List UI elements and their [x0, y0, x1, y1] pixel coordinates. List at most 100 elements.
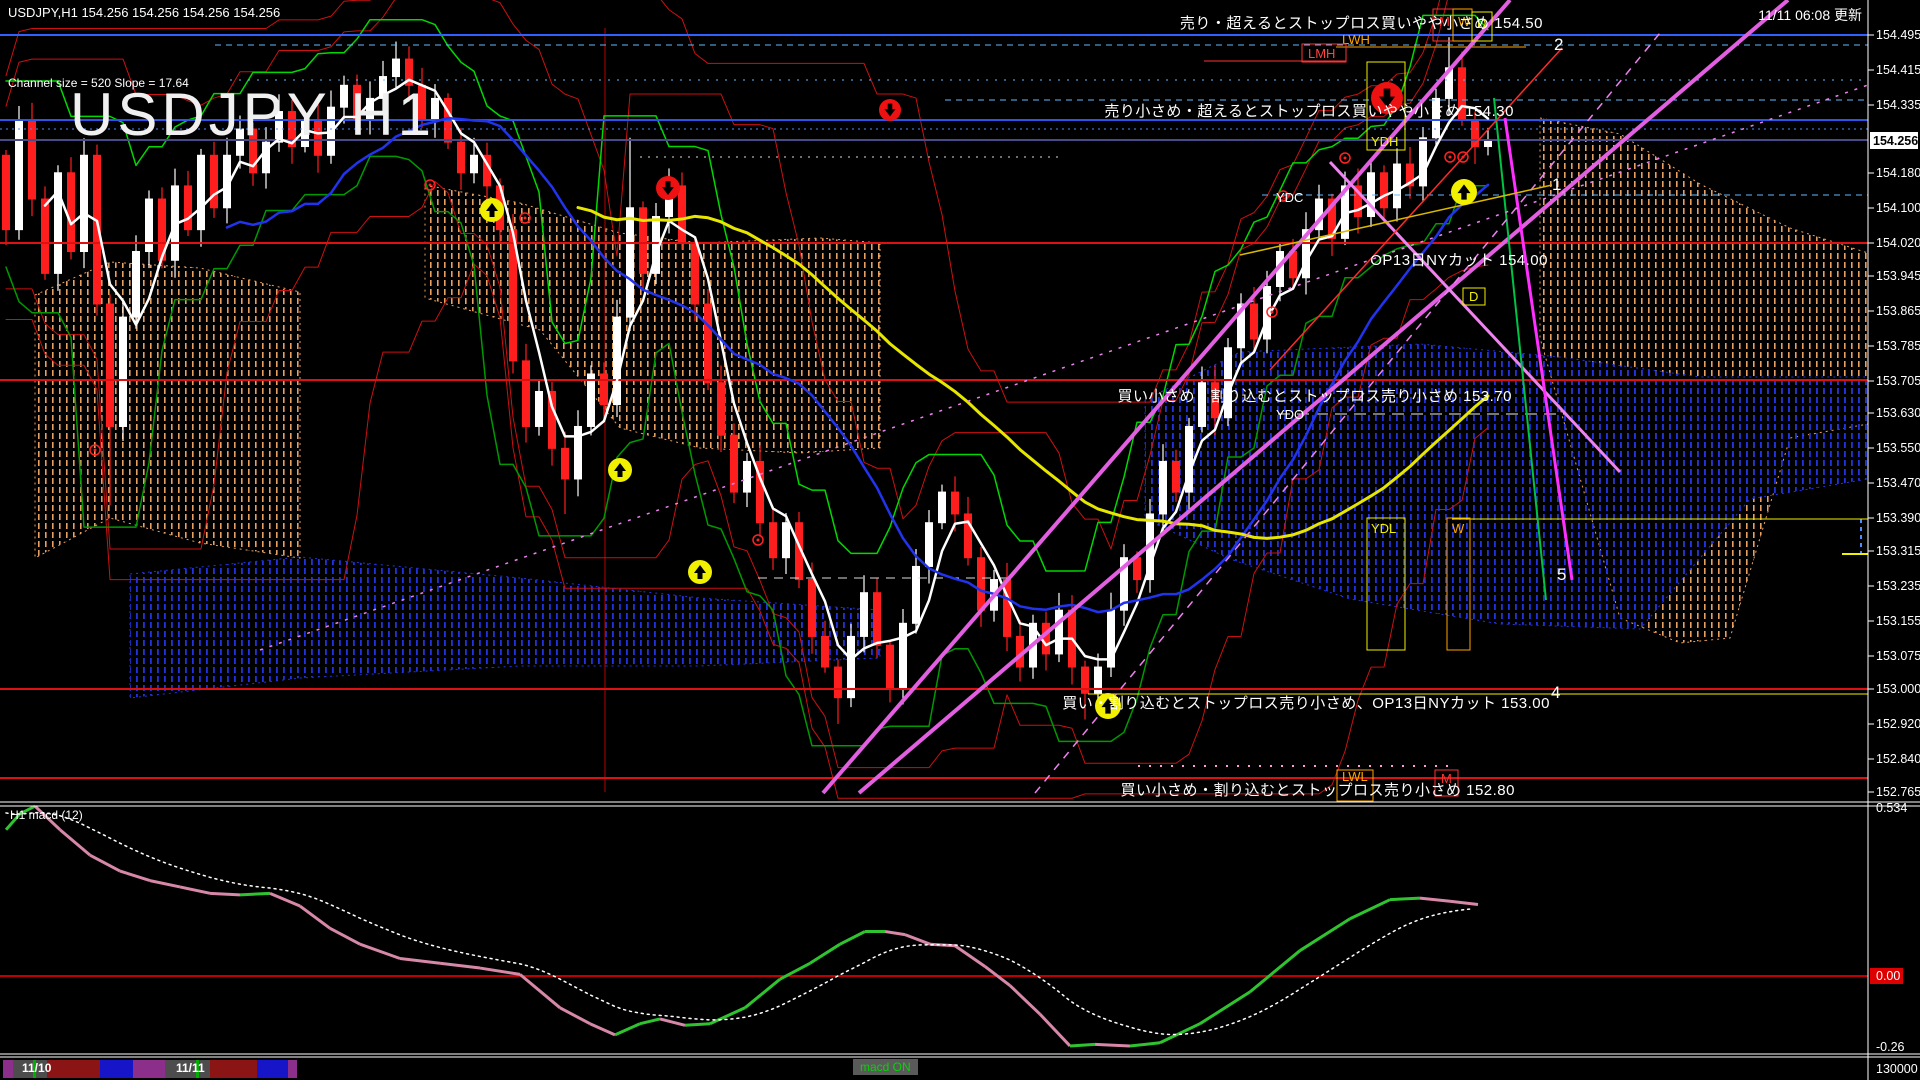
macd-main-line [1420, 898, 1450, 901]
macd-scale-label: -0.26 [1876, 1040, 1905, 1054]
candle-down [3, 155, 10, 229]
price-label: 154.180 [1876, 166, 1920, 180]
macd-main-line [885, 931, 905, 934]
candle-up [1394, 164, 1401, 208]
candle-down [640, 208, 647, 274]
watermark: USDJPY H1 [70, 80, 435, 149]
level-tag-W: W [1452, 521, 1465, 536]
channel-info: Channel size = 520 Slope = 17.64 [8, 76, 189, 90]
sell-arrow-marker [879, 99, 901, 121]
candle-up [471, 155, 478, 172]
candle-up [939, 492, 946, 523]
macd-main-line [440, 963, 480, 968]
candle-up [81, 155, 88, 251]
macd-main-line [615, 1024, 640, 1035]
date-label-11-11: 11/11 [176, 1061, 205, 1075]
candle-up [198, 155, 205, 229]
macd-main-line [1350, 900, 1390, 919]
price-label: 152.765 [1876, 785, 1920, 799]
candle-down [809, 580, 816, 637]
price-label: 153.705 [1876, 374, 1920, 388]
price-label: 153.470 [1876, 476, 1920, 490]
price-label: 153.865 [1876, 304, 1920, 318]
price-label: 153.235 [1876, 579, 1920, 593]
candle-down [107, 304, 114, 426]
candle-up [627, 208, 634, 317]
macd-main-line [685, 1024, 710, 1026]
price-label: 154.415 [1876, 63, 1920, 77]
trading-terminal: LWHLMHMWDYDHYDCYDOYDLWDLWLM2154 154.4951… [0, 0, 1920, 1080]
price-label: 154.495 [1876, 28, 1920, 42]
current-price-label: 154.256 [1873, 134, 1918, 148]
level-tag-1: 1 [1552, 175, 1561, 194]
candle-down [1134, 558, 1141, 580]
session-segment [3, 1060, 13, 1078]
macd-main-line [520, 974, 560, 1007]
chart-canvas[interactable]: LWHLMHMWDYDHYDCYDOYDLWDLWLM2154 154.4951… [0, 0, 1920, 1080]
candle-down [822, 636, 829, 667]
macd-indicator-label: H1 macd (12) [10, 808, 83, 822]
macd-main-line [840, 931, 865, 944]
candle-down [1251, 304, 1258, 339]
macd-main-line [120, 871, 150, 881]
price-label: 153.785 [1876, 339, 1920, 353]
session-segment [257, 1060, 288, 1078]
dot-circle-marker [1445, 152, 1455, 162]
candle-up [1225, 348, 1232, 418]
candle-up [926, 523, 933, 567]
macd-main-line [710, 1008, 745, 1024]
price-label: 154.020 [1876, 236, 1920, 250]
candle-down [1381, 173, 1388, 208]
candle-down [887, 645, 894, 689]
buy-arrow-marker [1451, 179, 1477, 205]
price-label: 153.390 [1876, 511, 1920, 525]
cloud-area [130, 557, 880, 698]
candle-up [55, 173, 62, 274]
macd-scale-label: 0.00 [1876, 969, 1900, 983]
annotation-buy-153-70: 買い小さめ・割り込むとストップロス売り小さめ 153.70 [1117, 385, 1512, 406]
macd-main-line [660, 1019, 685, 1025]
candle-up [1160, 461, 1167, 513]
level-tag-2: 2 [1554, 35, 1563, 54]
macd-main-line [90, 855, 120, 871]
candle-down [523, 361, 530, 427]
candle-down [692, 243, 699, 304]
macd-main-line [1300, 919, 1350, 951]
macd-main-line [1010, 986, 1040, 1015]
candle-up [744, 461, 751, 492]
macd-scale-label: 0.534 [1876, 801, 1907, 815]
buy-arrow-marker [688, 560, 712, 584]
macd-main-line [180, 887, 210, 893]
candle-down [185, 186, 192, 230]
candle-up [536, 391, 543, 426]
annotation-sell-154-30: 売り小さめ・超えるとストップロス買いやや小さめ 154.30 [1104, 100, 1514, 121]
candle-down [601, 374, 608, 405]
price-label: 153.945 [1876, 269, 1920, 283]
macd-main-line [810, 944, 840, 963]
candle-up [913, 566, 920, 623]
candle-down [1472, 120, 1479, 146]
candle-up [900, 623, 907, 689]
buy-arrow-marker [608, 458, 632, 482]
level-tag-YDH: YDH [1371, 134, 1398, 149]
annotation-op-154-00: OP13日NYカット 154.00 [1370, 249, 1548, 270]
candle-down [211, 155, 218, 207]
session-segment [47, 1060, 100, 1078]
macd-main-line [330, 928, 360, 944]
price-label: 154.100 [1876, 201, 1920, 215]
candle-down [42, 199, 49, 273]
candle-up [393, 59, 400, 76]
price-label: 153.315 [1876, 544, 1920, 558]
macd-main-line [1095, 1044, 1130, 1046]
candle-up [783, 523, 790, 558]
macd-main-line [1200, 992, 1250, 1024]
price-axis[interactable]: 154.495154.415154.335154.180154.100154.0… [1868, 0, 1920, 1080]
macd-on-button[interactable]: macd ON [853, 1059, 918, 1075]
candle-down [705, 304, 712, 383]
dot-circle-marker [753, 535, 763, 545]
candle-down [770, 523, 777, 558]
macd-main-line [1450, 901, 1478, 904]
date-label-11-10: 11/10 [22, 1061, 51, 1075]
level-tag-YDL: YDL [1371, 521, 1396, 536]
macd-main-line [1040, 1014, 1070, 1046]
